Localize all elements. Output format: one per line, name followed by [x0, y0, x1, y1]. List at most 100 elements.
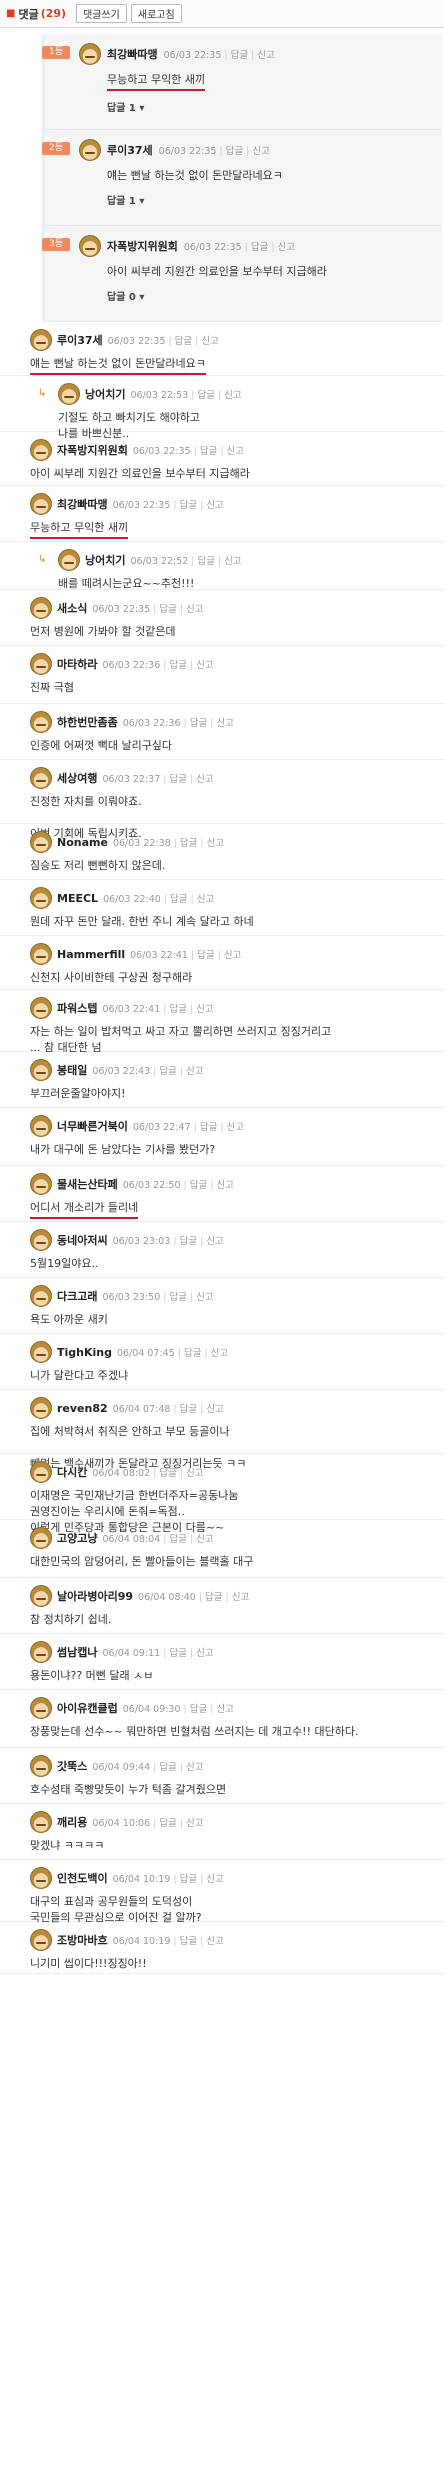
- reply-link[interactable]: 답글: [197, 390, 214, 401]
- report-link[interactable]: 신고: [196, 1648, 213, 1659]
- report-link[interactable]: 신고: [197, 894, 214, 905]
- reply-link[interactable]: 답글: [200, 446, 217, 457]
- report-link[interactable]: 신고: [216, 718, 233, 729]
- nickname[interactable]: 하한번만좀좀: [57, 714, 118, 730]
- report-link[interactable]: 신고: [211, 1348, 228, 1359]
- reply-link[interactable]: 답글: [180, 1874, 197, 1885]
- report-link[interactable]: 신고: [206, 1236, 223, 1247]
- reply-link[interactable]: 답글: [169, 1534, 186, 1545]
- reply-link[interactable]: 답글: [170, 894, 187, 905]
- report-link[interactable]: 신고: [257, 50, 274, 61]
- nickname[interactable]: 마타하라: [57, 656, 97, 672]
- reply-link[interactable]: 답글: [231, 50, 248, 61]
- nickname[interactable]: 인천도백이: [57, 1870, 108, 1886]
- reply-link[interactable]: 답글: [175, 336, 192, 347]
- report-link[interactable]: 신고: [206, 1874, 223, 1885]
- nickname[interactable]: 조방마바흐: [57, 1932, 108, 1948]
- report-link[interactable]: 신고: [186, 1818, 203, 1829]
- report-link[interactable]: 신고: [227, 446, 244, 457]
- report-link[interactable]: 신고: [186, 1066, 203, 1077]
- nickname[interactable]: 자폭방지위원회: [57, 442, 128, 458]
- report-link[interactable]: 신고: [196, 1004, 213, 1015]
- nickname[interactable]: Hammerfill: [57, 948, 125, 961]
- refresh-button[interactable]: 새로고침: [130, 4, 182, 23]
- nickname[interactable]: 루이37세: [107, 142, 153, 158]
- report-link[interactable]: 신고: [196, 660, 213, 671]
- reply-link[interactable]: 답글: [180, 838, 197, 849]
- nickname[interactable]: 봉태일: [57, 1062, 87, 1078]
- nickname[interactable]: 고양고냥: [57, 1530, 97, 1546]
- report-link[interactable]: 신고: [232, 1592, 249, 1603]
- nickname[interactable]: 다크고래: [57, 1288, 97, 1304]
- report-link[interactable]: 신고: [227, 1122, 244, 1133]
- report-link[interactable]: 신고: [207, 838, 224, 849]
- report-link[interactable]: 신고: [186, 1468, 203, 1479]
- reply-link[interactable]: 답글: [184, 1348, 201, 1359]
- report-link[interactable]: 신고: [224, 950, 241, 961]
- report-link[interactable]: 신고: [196, 1534, 213, 1545]
- write-comment-button[interactable]: 댓글쓰기: [76, 4, 127, 23]
- report-link[interactable]: 신고: [186, 1762, 203, 1773]
- nickname[interactable]: 썸남캡나: [57, 1644, 97, 1660]
- reply-link[interactable]: 답글: [190, 1704, 207, 1715]
- report-link[interactable]: 신고: [224, 390, 241, 401]
- reply-link[interactable]: 답글: [226, 146, 243, 157]
- reply-link[interactable]: 답글: [197, 950, 214, 961]
- replies-toggle[interactable]: 답글 0 ▾: [79, 288, 436, 303]
- nickname[interactable]: 물새는산타페: [57, 1176, 118, 1192]
- reply-link[interactable]: 답글: [159, 1468, 176, 1479]
- report-link[interactable]: 신고: [201, 336, 218, 347]
- reply-link[interactable]: 답글: [159, 1066, 176, 1077]
- reply-link[interactable]: 답글: [180, 1236, 197, 1247]
- nickname[interactable]: 다시칸: [57, 1464, 87, 1480]
- reply-link[interactable]: 답글: [180, 1936, 197, 1947]
- nickname[interactable]: 자폭방지위원회: [107, 238, 178, 254]
- nickname[interactable]: MEECL: [57, 892, 98, 905]
- reply-link[interactable]: 답글: [190, 1180, 207, 1191]
- reply-link[interactable]: 답글: [169, 774, 186, 785]
- reply-link[interactable]: 답글: [169, 1292, 186, 1303]
- nickname[interactable]: reven82: [57, 1402, 108, 1415]
- reply-link[interactable]: 답글: [200, 1122, 217, 1133]
- nickname[interactable]: 새소식: [57, 600, 87, 616]
- report-link[interactable]: 신고: [206, 500, 223, 511]
- nickname[interactable]: 파워스텝: [57, 1000, 97, 1016]
- reply-link[interactable]: 답글: [159, 1818, 176, 1829]
- replies-toggle[interactable]: 답글 1 ▾: [79, 99, 436, 114]
- nickname[interactable]: 낭어치기: [85, 552, 125, 568]
- reply-link[interactable]: 답글: [197, 556, 214, 567]
- reply-link[interactable]: 답글: [169, 660, 186, 671]
- reply-link[interactable]: 답글: [159, 604, 176, 615]
- reply-link[interactable]: 답글: [169, 1648, 186, 1659]
- report-link[interactable]: 신고: [224, 556, 241, 567]
- report-link[interactable]: 신고: [186, 604, 203, 615]
- report-link[interactable]: 신고: [278, 242, 295, 253]
- reply-link[interactable]: 답글: [180, 500, 197, 511]
- replies-toggle[interactable]: 답글 1 ▾: [79, 192, 436, 207]
- nickname[interactable]: 최강빠따맹: [57, 496, 108, 512]
- reply-link[interactable]: 답글: [251, 242, 268, 253]
- nickname[interactable]: 낭어치기: [85, 386, 125, 402]
- nickname[interactable]: TighKing: [57, 1346, 112, 1359]
- nickname[interactable]: 깨리용: [57, 1814, 87, 1830]
- nickname[interactable]: Noname: [57, 836, 108, 849]
- nickname[interactable]: 날아라병아리99: [57, 1588, 133, 1604]
- nickname[interactable]: 루이37세: [57, 332, 103, 348]
- nickname[interactable]: 아이유캔클럽: [57, 1700, 118, 1716]
- nickname[interactable]: 동네아저씨: [57, 1232, 108, 1248]
- nickname[interactable]: 갓뚝스: [57, 1758, 87, 1774]
- report-link[interactable]: 신고: [252, 146, 269, 157]
- report-link[interactable]: 신고: [196, 1292, 213, 1303]
- nickname[interactable]: 너무빠른거북이: [57, 1118, 128, 1134]
- nickname[interactable]: 세상여행: [57, 770, 97, 786]
- report-link[interactable]: 신고: [196, 774, 213, 785]
- reply-link[interactable]: 답글: [159, 1762, 176, 1773]
- reply-link[interactable]: 답글: [205, 1592, 222, 1603]
- nickname[interactable]: 최강빠따맹: [107, 46, 158, 62]
- report-link[interactable]: 신고: [206, 1404, 223, 1415]
- reply-link[interactable]: 답글: [180, 1404, 197, 1415]
- report-link[interactable]: 신고: [216, 1180, 233, 1191]
- report-link[interactable]: 신고: [206, 1936, 223, 1947]
- report-link[interactable]: 신고: [216, 1704, 233, 1715]
- reply-link[interactable]: 답글: [190, 718, 207, 729]
